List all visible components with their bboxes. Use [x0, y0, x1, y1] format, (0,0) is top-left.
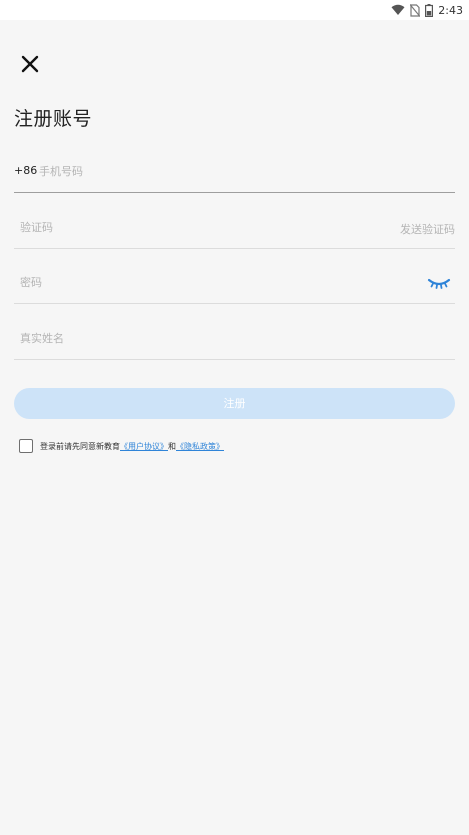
code-field: 发送验证码 — [14, 208, 455, 249]
eye-closed-icon[interactable] — [427, 275, 451, 291]
agreement-conjunction: 和 — [168, 441, 176, 451]
password-input[interactable] — [20, 271, 360, 293]
name-input[interactable] — [20, 327, 360, 349]
agreement-checkbox[interactable] — [19, 439, 33, 453]
user-agreement-link[interactable]: 《用户协议》 — [120, 441, 168, 452]
battery-icon — [425, 3, 434, 17]
close-icon[interactable] — [18, 52, 42, 76]
country-code: +86 — [14, 164, 38, 177]
name-field — [14, 319, 455, 360]
register-button[interactable]: 注册 — [14, 388, 455, 419]
status-icons: 2:43 — [391, 2, 463, 18]
privacy-policy-link[interactable]: 《隐私政策》 — [176, 441, 224, 452]
send-code-button[interactable]: 发送验证码 — [400, 221, 455, 237]
register-screen: 2:43 注册账号 +86 发送验证码 注册 — [0, 0, 469, 835]
no-sim-icon — [410, 3, 421, 17]
wifi-icon — [391, 4, 405, 16]
agreement-text: 登录前请先同意新教育 — [40, 441, 120, 451]
phone-field: +86 — [14, 152, 455, 193]
agreement-row: 登录前请先同意新教育 《用户协议》 和 《隐私政策》 — [19, 438, 224, 454]
status-time: 2:43 — [438, 3, 463, 17]
phone-input[interactable] — [39, 160, 379, 182]
password-field — [14, 263, 455, 304]
page-title: 注册账号 — [14, 108, 93, 130]
status-bar: 2:43 — [0, 0, 469, 20]
code-input[interactable] — [20, 216, 360, 238]
